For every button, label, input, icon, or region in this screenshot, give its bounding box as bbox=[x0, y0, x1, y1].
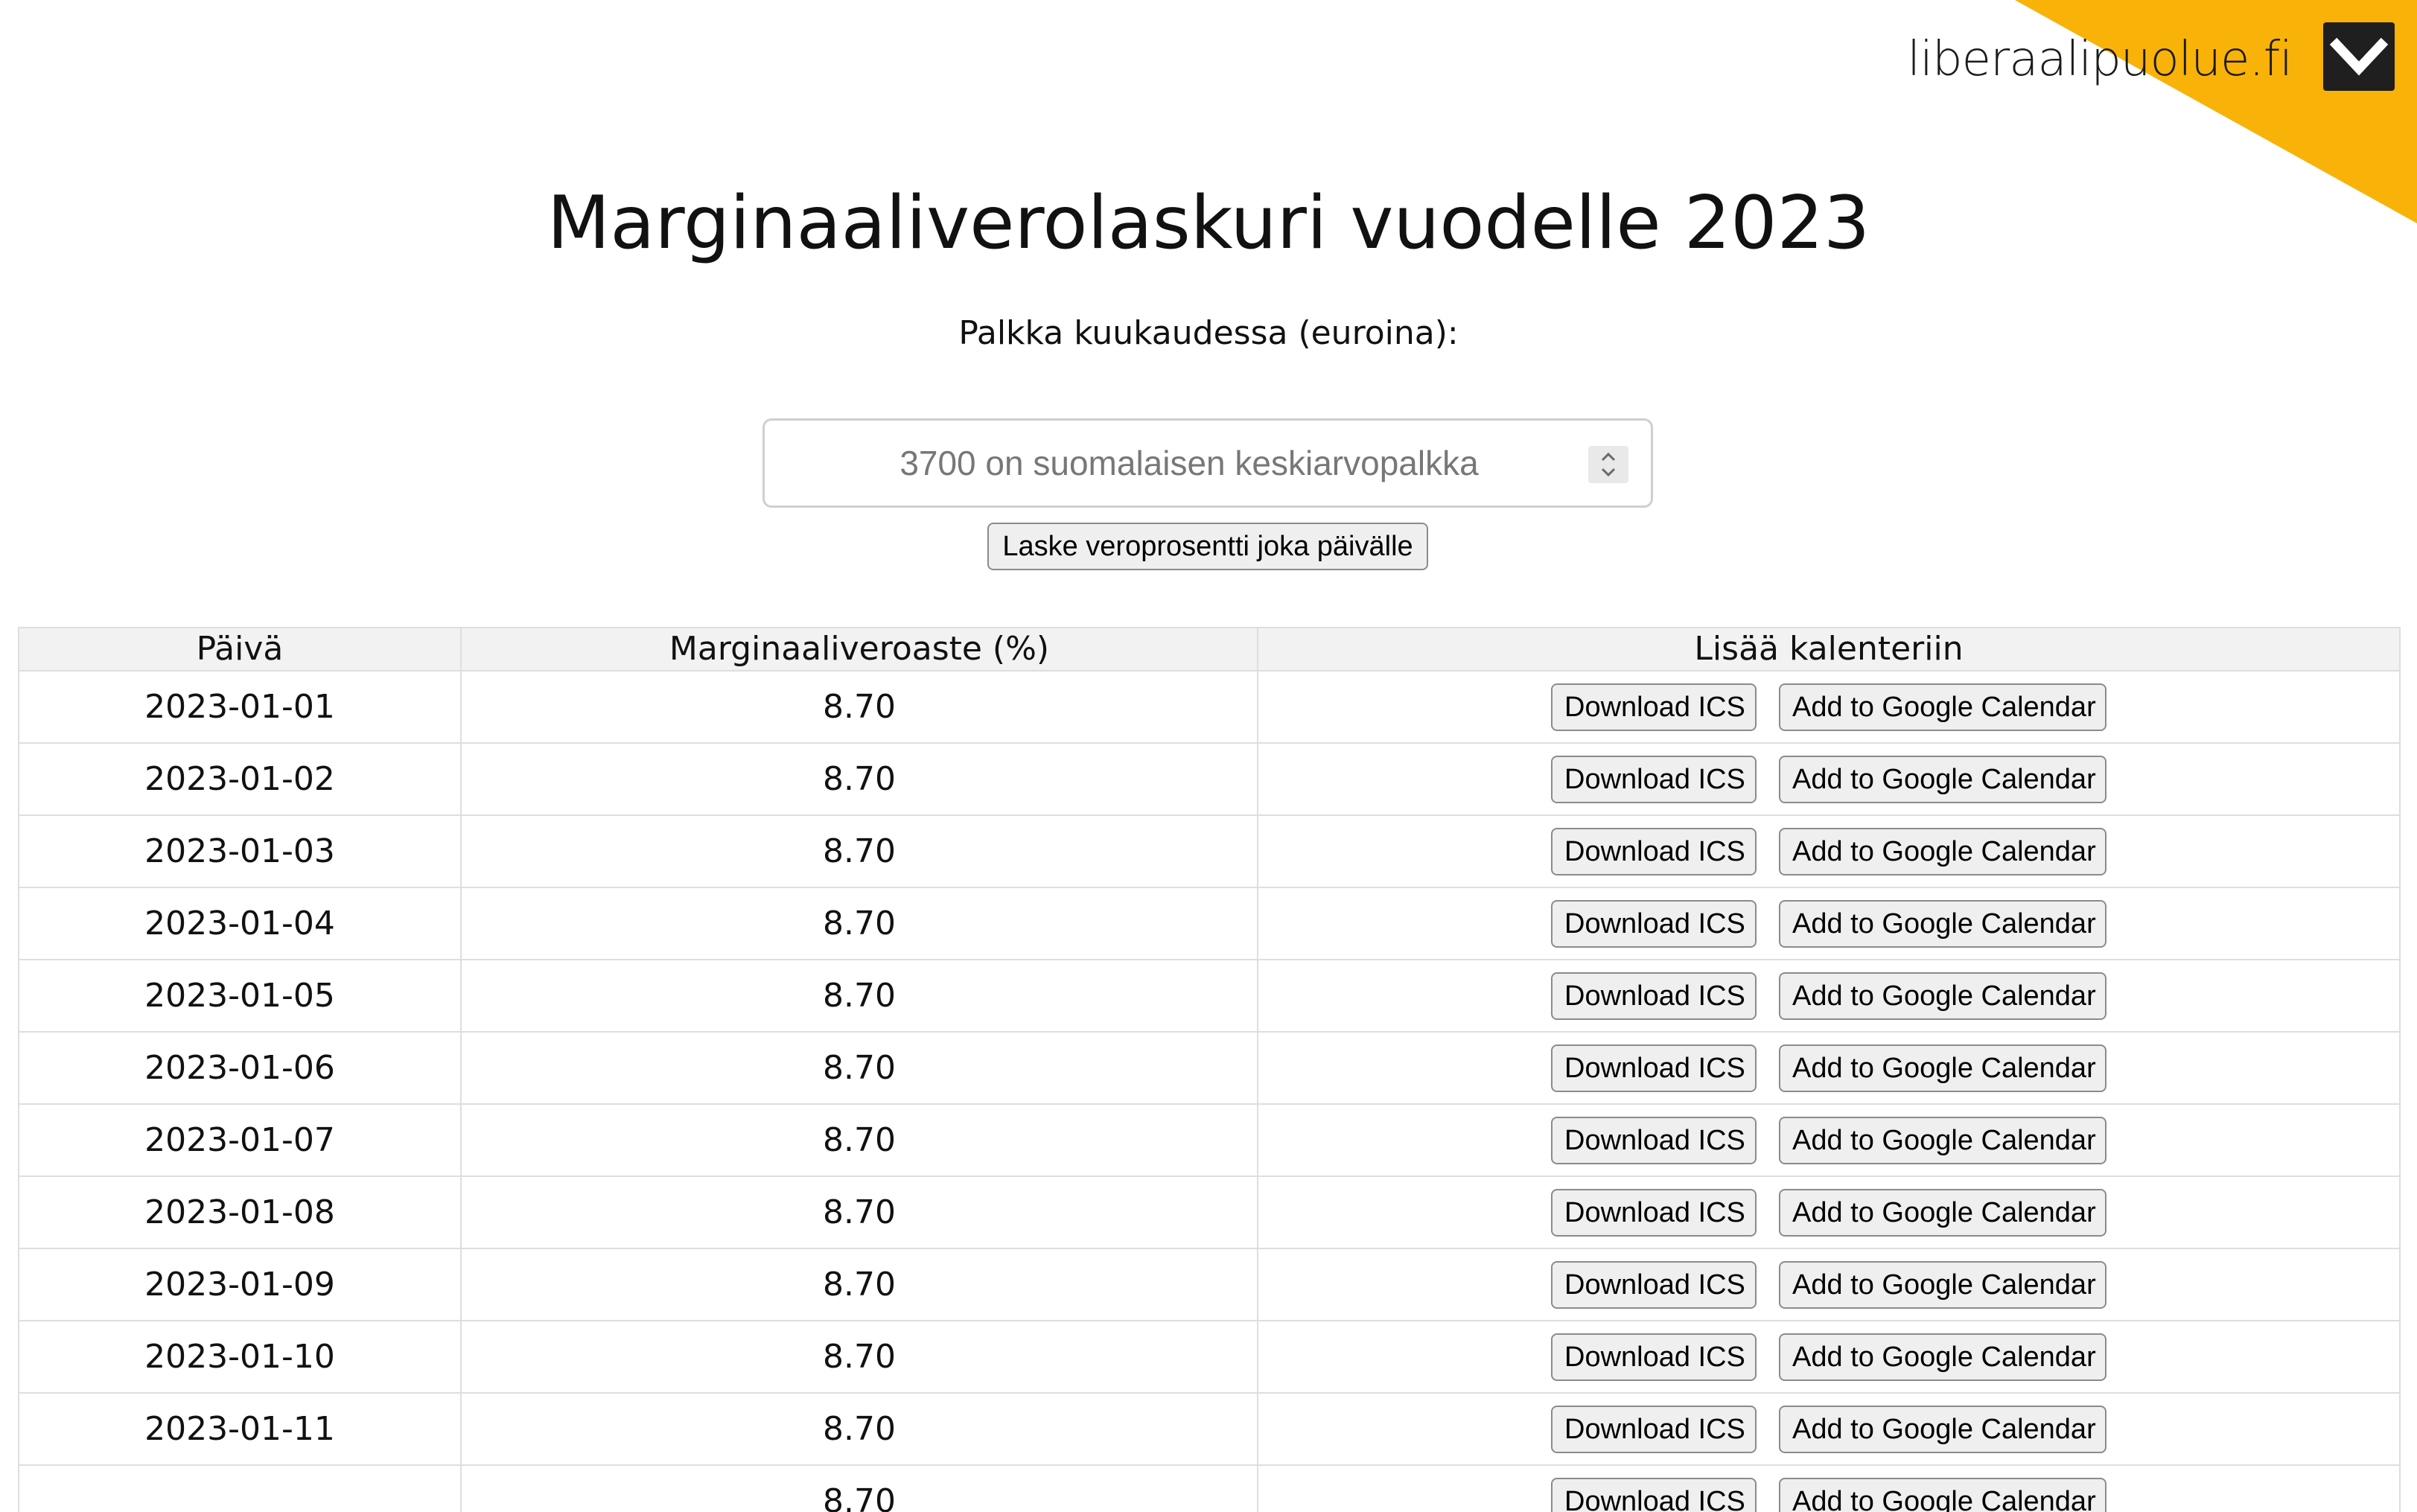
download-ics-button[interactable]: Download ICS bbox=[1551, 1116, 1757, 1164]
calendar-actions-cell: Download ICS Add to Google Calendar bbox=[1257, 1176, 2401, 1249]
chevron-down-icon[interactable] bbox=[2323, 22, 2395, 91]
date-cell: 2023-01-06 bbox=[18, 1031, 462, 1105]
page-title: Marginaaliverolaskuri vuodelle 2023 bbox=[547, 181, 1870, 266]
add-to-google-calendar-button[interactable]: Add to Google Calendar bbox=[1779, 755, 2106, 803]
calendar-actions-cell: Download ICS Add to Google Calendar bbox=[1257, 887, 2401, 960]
marginal-rate-cell: 8.70 bbox=[460, 1248, 1258, 1321]
add-to-google-calendar-button[interactable]: Add to Google Calendar bbox=[1779, 1477, 2106, 1512]
salary-label: Palkka kuukaudessa (euroina): bbox=[958, 314, 1459, 352]
download-ics-button[interactable]: Download ICS bbox=[1551, 1044, 1757, 1092]
date-cell bbox=[18, 1464, 462, 1512]
marginal-rate-cell: 8.70 bbox=[460, 1031, 1258, 1105]
date-cell: 2023-01-04 bbox=[18, 887, 462, 960]
marginal-rate-cell: 8.70 bbox=[460, 1103, 1258, 1177]
download-ics-button[interactable]: Download ICS bbox=[1551, 899, 1757, 948]
date-cell: 2023-01-09 bbox=[18, 1248, 462, 1321]
download-ics-button[interactable]: Download ICS bbox=[1551, 1333, 1757, 1381]
table-row: 8.70 Download ICS Add to Google Calendar bbox=[18, 1464, 2401, 1512]
download-ics-button[interactable]: Download ICS bbox=[1551, 683, 1757, 731]
marginal-rate-cell: 8.70 bbox=[460, 670, 1258, 744]
table-row: 2023-01-08 8.70 Download ICS Add to Google … bbox=[18, 1176, 2401, 1249]
table-row: 2023-01-10 8.70 Download ICS Add to Google … bbox=[18, 1320, 2401, 1394]
number-spinner-icon[interactable] bbox=[1588, 446, 1628, 483]
marginal-rate-cell: 8.70 bbox=[460, 1392, 1258, 1466]
calendar-actions-cell: Download ICS Add to Google Calendar bbox=[1257, 1031, 2401, 1105]
salary-input-container bbox=[762, 418, 1653, 508]
download-ics-button[interactable]: Download ICS bbox=[1551, 1477, 1757, 1512]
table-row: 2023-01-05 8.70 Download ICS Add to Google … bbox=[18, 959, 2401, 1033]
page: liberaalipuolue.fi Marginaaliverolaskuri… bbox=[0, 0, 2417, 1512]
table-row: 2023-01-06 8.70 Download ICS Add to Google … bbox=[18, 1031, 2401, 1105]
download-ics-button[interactable]: Download ICS bbox=[1551, 1188, 1757, 1237]
download-ics-button[interactable]: Download ICS bbox=[1551, 972, 1757, 1020]
date-cell: 2023-01-03 bbox=[18, 814, 462, 888]
marginal-rate-cell: 8.70 bbox=[460, 959, 1258, 1033]
add-to-google-calendar-button[interactable]: Add to Google Calendar bbox=[1779, 972, 2106, 1020]
add-to-google-calendar-button[interactable]: Add to Google Calendar bbox=[1779, 1333, 2106, 1381]
calendar-actions-cell: Download ICS Add to Google Calendar bbox=[1257, 1464, 2401, 1512]
calendar-actions-cell: Download ICS Add to Google Calendar bbox=[1257, 742, 2401, 816]
salary-input[interactable] bbox=[765, 421, 1584, 505]
tax-rate-table: Päivä Marginaaliveroaste (%) Lisää kalen… bbox=[18, 627, 2401, 1512]
column-header-date: Päivä bbox=[18, 627, 462, 672]
marginal-rate-cell: 8.70 bbox=[460, 1464, 1258, 1512]
date-cell: 2023-01-05 bbox=[18, 959, 462, 1033]
column-header-rate: Marginaaliveroaste (%) bbox=[460, 627, 1258, 672]
add-to-google-calendar-button[interactable]: Add to Google Calendar bbox=[1779, 827, 2106, 875]
add-to-google-calendar-button[interactable]: Add to Google Calendar bbox=[1779, 1405, 2106, 1453]
download-ics-button[interactable]: Download ICS bbox=[1551, 1405, 1757, 1453]
date-cell: 2023-01-07 bbox=[18, 1103, 462, 1177]
download-ics-button[interactable]: Download ICS bbox=[1551, 1260, 1757, 1309]
add-to-google-calendar-button[interactable]: Add to Google Calendar bbox=[1779, 1116, 2106, 1164]
calendar-actions-cell: Download ICS Add to Google Calendar bbox=[1257, 1103, 2401, 1177]
marginal-rate-cell: 8.70 bbox=[460, 887, 1258, 960]
date-cell: 2023-01-10 bbox=[18, 1320, 462, 1394]
marginal-rate-cell: 8.70 bbox=[460, 742, 1258, 816]
add-to-google-calendar-button[interactable]: Add to Google Calendar bbox=[1779, 683, 2106, 731]
download-ics-button[interactable]: Download ICS bbox=[1551, 827, 1757, 875]
table-header-row: Päivä Marginaaliveroaste (%) Lisää kalen… bbox=[18, 627, 2401, 672]
table-row: 2023-01-07 8.70 Download ICS Add to Google … bbox=[18, 1103, 2401, 1177]
add-to-google-calendar-button[interactable]: Add to Google Calendar bbox=[1779, 1260, 2106, 1309]
calendar-actions-cell: Download ICS Add to Google Calendar bbox=[1257, 1320, 2401, 1394]
date-cell: 2023-01-02 bbox=[18, 742, 462, 816]
calendar-actions-cell: Download ICS Add to Google Calendar bbox=[1257, 814, 2401, 888]
date-cell: 2023-01-11 bbox=[18, 1392, 462, 1466]
marginal-rate-cell: 8.70 bbox=[460, 1176, 1258, 1249]
table-row: 2023-01-01 8.70 Download ICS Add to Google … bbox=[18, 670, 2401, 744]
calendar-actions-cell: Download ICS Add to Google Calendar bbox=[1257, 1248, 2401, 1321]
table-row: 2023-01-04 8.70 Download ICS Add to Google … bbox=[18, 887, 2401, 960]
calendar-actions-cell: Download ICS Add to Google Calendar bbox=[1257, 670, 2401, 744]
date-cell: 2023-01-01 bbox=[18, 670, 462, 744]
column-header-calendar: Lisää kalenteriin bbox=[1257, 627, 2401, 672]
calendar-actions-cell: Download ICS Add to Google Calendar bbox=[1257, 1392, 2401, 1466]
brand-site-link[interactable]: liberaalipuolue.fi bbox=[1907, 30, 2293, 89]
table-row: 2023-01-03 8.70 Download ICS Add to Google … bbox=[18, 814, 2401, 888]
calendar-actions-cell: Download ICS Add to Google Calendar bbox=[1257, 959, 2401, 1033]
marginal-rate-cell: 8.70 bbox=[460, 814, 1258, 888]
calculate-button[interactable]: Laske veroprosentti joka päivälle bbox=[987, 523, 1428, 570]
download-ics-button[interactable]: Download ICS bbox=[1551, 755, 1757, 803]
add-to-google-calendar-button[interactable]: Add to Google Calendar bbox=[1779, 1044, 2106, 1092]
add-to-google-calendar-button[interactable]: Add to Google Calendar bbox=[1779, 899, 2106, 948]
add-to-google-calendar-button[interactable]: Add to Google Calendar bbox=[1779, 1188, 2106, 1237]
marginal-rate-cell: 8.70 bbox=[460, 1320, 1258, 1394]
table-row: 2023-01-02 8.70 Download ICS Add to Google … bbox=[18, 742, 2401, 816]
table-row: 2023-01-09 8.70 Download ICS Add to Google … bbox=[18, 1248, 2401, 1321]
table-row: 2023-01-11 8.70 Download ICS Add to Google … bbox=[18, 1392, 2401, 1466]
date-cell: 2023-01-08 bbox=[18, 1176, 462, 1249]
